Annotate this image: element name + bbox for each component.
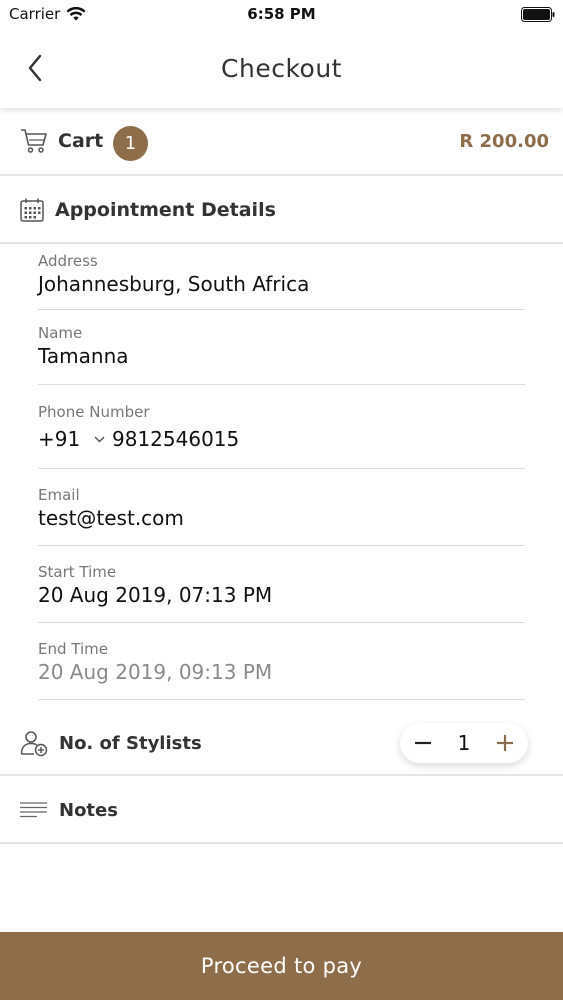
increment-button[interactable] (494, 732, 516, 754)
cart-count-badge: 1 (113, 126, 148, 161)
status-bar: Carrier 6:58 PM (0, 0, 563, 30)
calendar-icon (20, 198, 44, 222)
country-code-select[interactable]: +91 (38, 427, 94, 451)
divider (0, 242, 563, 244)
page-title: Checkout (221, 54, 342, 83)
email-field[interactable]: Email test@test.com (38, 486, 525, 530)
end-time-value[interactable]: 20 Aug 2019, 09:13 PM (38, 660, 525, 684)
phone-field[interactable]: Phone Number +91 9812546015 (38, 403, 525, 451)
field-underline (38, 545, 525, 546)
chevron-down-icon[interactable] (94, 432, 112, 446)
stylists-stepper: 1 (400, 723, 528, 763)
name-label: Name (38, 324, 83, 342)
plus-icon (496, 735, 513, 751)
minus-icon (415, 741, 431, 745)
start-time-value[interactable]: 20 Aug 2019, 07:13 PM (38, 583, 525, 607)
status-time: 6:58 PM (247, 5, 316, 23)
cart-row[interactable]: Cart R 200.00 (0, 108, 563, 174)
field-underline (38, 699, 525, 700)
phone-label: Phone Number (38, 403, 150, 421)
notes-row[interactable]: Notes (0, 777, 563, 841)
cart-total: R 200.00 (459, 131, 549, 152)
field-underline (38, 384, 525, 385)
end-time-field[interactable]: End Time 20 Aug 2019, 09:13 PM (38, 640, 525, 684)
address-value[interactable]: Johannesburg, South Africa (38, 272, 525, 296)
cart-label: Cart (58, 130, 104, 152)
address-label: Address (38, 252, 98, 270)
stylists-row: No. of Stylists 1 (0, 705, 563, 773)
appointment-details-label: Appointment Details (55, 199, 276, 221)
address-field[interactable]: Address Johannesburg, South Africa (38, 252, 525, 296)
decrement-button[interactable] (412, 732, 434, 754)
stylists-label: No. of Stylists (59, 733, 202, 754)
field-underline (38, 468, 525, 469)
divider (0, 774, 563, 776)
name-value[interactable]: Tamanna (38, 344, 525, 368)
battery-icon (521, 7, 555, 22)
name-field[interactable]: Name Tamanna (38, 324, 525, 368)
appointment-details-header: Appointment Details (0, 176, 563, 242)
proceed-to-pay-button[interactable]: Proceed to pay (0, 932, 563, 1000)
phone-number-input[interactable]: 9812546015 (112, 427, 239, 451)
start-time-field[interactable]: Start Time 20 Aug 2019, 07:13 PM (38, 563, 525, 607)
phone-input-row: +91 9812546015 (38, 427, 525, 451)
add-user-icon (20, 731, 48, 757)
email-value[interactable]: test@test.com (38, 506, 525, 530)
start-time-label: Start Time (38, 563, 117, 581)
notes-icon (20, 802, 47, 818)
cart-icon (21, 129, 47, 153)
end-time-label: End Time (38, 640, 108, 658)
nav-bar: Checkout (0, 30, 563, 108)
divider (0, 842, 563, 844)
field-underline (38, 309, 525, 310)
email-label: Email (38, 486, 80, 504)
field-underline (38, 622, 525, 623)
stylists-count: 1 (457, 731, 471, 755)
notes-label: Notes (59, 800, 118, 821)
